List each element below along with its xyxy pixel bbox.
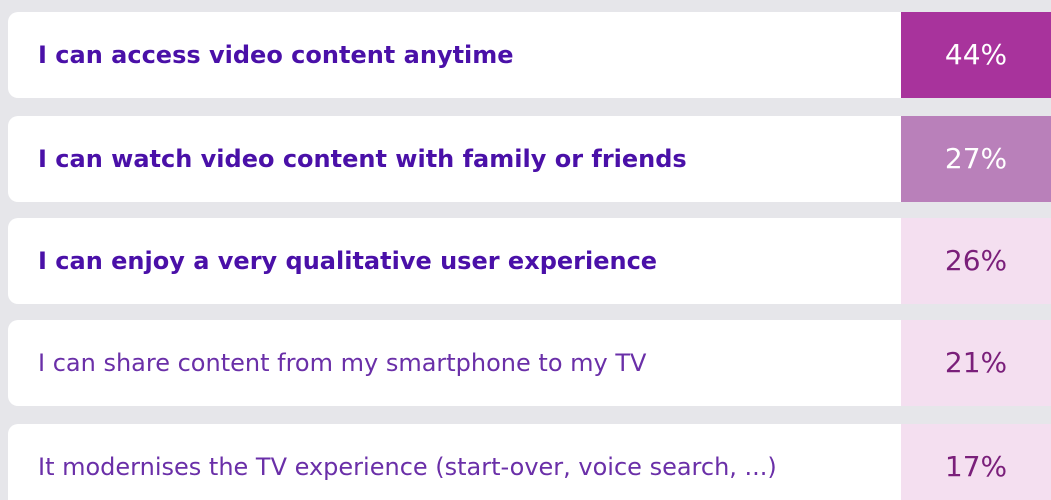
value-cell: 17% (901, 424, 1051, 500)
table-row: It modernises the TV experience (start-o… (8, 424, 1051, 500)
row-label: I can enjoy a very qualitative user expe… (38, 247, 658, 275)
value-label: 44% (944, 38, 1008, 71)
value-cell: 44% (901, 12, 1051, 98)
row-label: It modernises the TV experience (start-o… (38, 453, 777, 481)
table-row: I can access video content anytime 44% (8, 12, 1051, 98)
value-label: 27% (944, 142, 1008, 175)
row-label: I can watch video content with family or… (38, 145, 687, 173)
value-label: 26% (944, 244, 1008, 277)
value-cell: 26% (901, 218, 1051, 304)
value-cell: 27% (901, 116, 1051, 202)
table-row: I can share content from my smartphone t… (8, 320, 1051, 406)
row-label: I can share content from my smartphone t… (38, 349, 647, 377)
value-label: 17% (944, 450, 1008, 483)
row-label: I can access video content anytime (38, 41, 514, 69)
benefits-chart: I can access video content anytime 44% I c… (0, 0, 1051, 500)
value-cell: 21% (901, 320, 1051, 406)
value-label: 21% (944, 346, 1008, 379)
table-row: I can watch video content with family or… (8, 116, 1051, 202)
table-row: I can enjoy a very qualitative user expe… (8, 218, 1051, 304)
